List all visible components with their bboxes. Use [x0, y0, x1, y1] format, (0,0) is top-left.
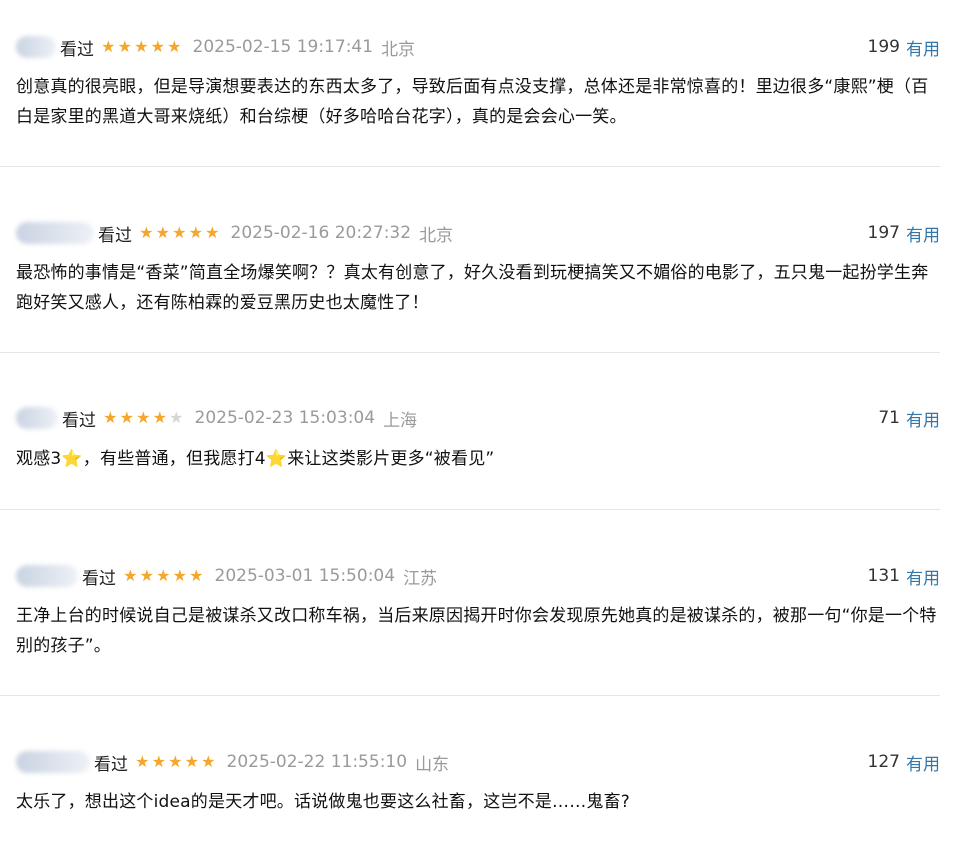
star-icon: ★: [150, 37, 165, 56]
star-icon: ★: [168, 752, 183, 771]
star-icon: ★: [123, 566, 138, 585]
comment-list: 看过 ★ ★ ★ ★ ★ 2025-02-15 19:17:41 北京 199 有用 创…: [0, 0, 960, 841]
comment-item: 看过 ★ ★ ★ ★ ★ 2025-02-22 11:55:10 山东 127 有用 太…: [0, 696, 940, 841]
star-icon: ★: [139, 566, 154, 585]
rating-stars: ★ ★ ★ ★ ★: [100, 39, 183, 55]
star-icon: ★: [135, 752, 150, 771]
comment-text: 创意真的很亮眼，但是导演想要表达的东西太多了，导致后面有点没支撑，总体还是非常惊…: [16, 77, 929, 127]
star-icon: ★: [184, 752, 199, 771]
vote-count: 71: [878, 408, 900, 428]
star-icon: ★: [134, 37, 149, 56]
vote-area: 197 有用: [868, 221, 940, 246]
comment-item: 看过 ★ ★ ★ ★ ★ 2025-02-16 20:27:32 北京 197 有用 最…: [0, 167, 940, 353]
useful-button[interactable]: 有用: [906, 750, 940, 775]
comment-item: 看过 ★ ★ ★ ★ ★ 2025-02-23 15:03:04 上海 71 有用 观感…: [0, 353, 940, 510]
star-emoji-icon: ⭐: [61, 449, 83, 469]
comment-meta: 看过 ★ ★ ★ ★ ★ 2025-03-01 15:50:04 江苏 131 有用: [16, 562, 940, 590]
star-icon: ★: [188, 223, 203, 242]
comment-text: 最恐怖的事情是“香菜”简直全场爆笑啊？？真太有创意了，好久没看到玩梗搞笑又不媚俗…: [16, 263, 929, 313]
blurred-username[interactable]: [16, 36, 56, 58]
vote-count: 197: [867, 223, 900, 243]
blurred-username[interactable]: [16, 407, 58, 429]
watch-status: 看过: [94, 754, 128, 775]
star-icon: ★: [201, 752, 216, 771]
blurred-username[interactable]: [16, 751, 90, 773]
comment-time: 2025-02-23 15:03:04: [194, 408, 376, 428]
star-icon: ★: [136, 408, 151, 427]
watch-status: 看过: [62, 410, 96, 431]
star-icon: ★: [189, 566, 204, 585]
useful-button[interactable]: 有用: [906, 564, 940, 589]
comment-text: 太乐了，想出这个idea的是天才吧。话说做鬼也要这么社畜，这岂不是……鬼畜?: [16, 792, 631, 812]
vote-count: 199: [867, 37, 900, 57]
vote-count: 127: [867, 752, 900, 772]
comment-time: 2025-02-22 11:55:10: [226, 752, 408, 772]
vote-area: 127 有用: [868, 750, 940, 775]
watch-status: 看过: [98, 225, 132, 246]
star-empty-icon: ★: [169, 408, 184, 427]
comment-text: 王净上台的时候说自己是被谋杀又改口称车祸，当后来原因揭开时你会发现原先她真的是被…: [16, 606, 937, 656]
rating-stars: ★ ★ ★ ★ ★: [122, 568, 205, 584]
comment-location: 山东: [415, 754, 450, 775]
comment-meta: 看过 ★ ★ ★ ★ ★ 2025-02-22 11:55:10 山东 127 有用: [16, 748, 940, 776]
vote-count: 131: [867, 566, 900, 586]
comment-location: 江苏: [403, 568, 438, 589]
comment-meta: 看过 ★ ★ ★ ★ ★ 2025-02-15 19:17:41 北京 199 有用: [16, 33, 940, 61]
star-icon: ★: [103, 408, 118, 427]
star-icon: ★: [119, 408, 134, 427]
rating-stars: ★ ★ ★ ★ ★: [102, 410, 185, 426]
star-icon: ★: [205, 223, 220, 242]
star-icon: ★: [139, 223, 154, 242]
watch-status: 看过: [82, 568, 116, 589]
comment-meta: 看过 ★ ★ ★ ★ ★ 2025-02-23 15:03:04 上海 71 有用: [16, 404, 940, 432]
comment-time: 2025-02-15 19:17:41: [192, 37, 374, 57]
useful-button[interactable]: 有用: [906, 221, 940, 246]
comment-location: 北京: [419, 225, 454, 246]
comment-item: 看过 ★ ★ ★ ★ ★ 2025-02-15 19:17:41 北京 199 有用 创…: [0, 0, 940, 167]
blurred-username[interactable]: [16, 565, 78, 587]
comment-time: 2025-03-01 15:50:04: [214, 566, 396, 586]
comment-text-part: 观感3: [16, 449, 62, 469]
rating-stars: ★ ★ ★ ★ ★: [134, 754, 217, 770]
useful-button[interactable]: 有用: [906, 35, 940, 60]
useful-button[interactable]: 有用: [906, 406, 940, 431]
comment-text: 观感3⭐，有些普通，但我愿打4⭐来让这类影片更多“被看见”: [16, 444, 941, 474]
star-icon: ★: [152, 408, 167, 427]
comment-location: 北京: [381, 39, 416, 60]
comment-item: 看过 ★ ★ ★ ★ ★ 2025-03-01 15:50:04 江苏 131 有用 王…: [0, 510, 940, 696]
vote-area: 199 有用: [868, 35, 940, 60]
vote-area: 131 有用: [868, 564, 940, 589]
comment-time: 2025-02-16 20:27:32: [230, 223, 412, 243]
comment-text-part: 来让这类影片更多“被看见”: [287, 449, 495, 469]
star-icon: ★: [172, 223, 187, 242]
star-icon: ★: [156, 566, 171, 585]
star-icon: ★: [155, 223, 170, 242]
blurred-username[interactable]: [16, 222, 94, 244]
star-icon: ★: [117, 37, 132, 56]
comment-location: 上海: [383, 410, 418, 431]
star-icon: ★: [151, 752, 166, 771]
comment-meta: 看过 ★ ★ ★ ★ ★ 2025-02-16 20:27:32 北京 197 有用: [16, 219, 940, 247]
rating-stars: ★ ★ ★ ★ ★: [138, 225, 221, 241]
star-icon: ★: [172, 566, 187, 585]
star-icon: ★: [167, 37, 182, 56]
watch-status: 看过: [60, 39, 94, 60]
vote-area: 71 有用: [878, 406, 940, 431]
comment-text-part: ，有些普通，但我愿打4: [82, 449, 266, 469]
star-emoji-icon: ⭐: [265, 449, 288, 469]
star-icon: ★: [101, 37, 116, 56]
